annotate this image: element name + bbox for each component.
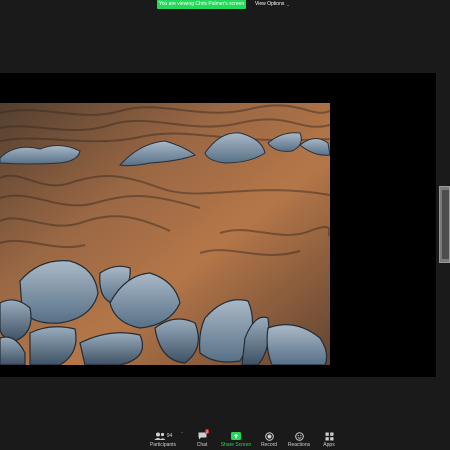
viewing-status-banner: You are viewing Chris Palmer's screen (157, 0, 246, 9)
record-label: Record (260, 442, 278, 448)
apps-label: Apps (323, 442, 335, 448)
reactions-button[interactable]: Reactions (282, 431, 316, 450)
view-options-button[interactable]: View Options ⌄ (255, 0, 290, 9)
view-options-label: View Options (255, 1, 285, 7)
participants-button[interactable]: 94 ⌃ Participants (146, 431, 184, 450)
meeting-window: You are viewing Chris Palmer's screen Vi… (0, 0, 450, 450)
chat-label: Chat (196, 442, 208, 448)
apps-icon (325, 431, 334, 441)
video-thumbnail-strip[interactable] (439, 186, 450, 263)
chevron-down-icon: ⌄ (286, 2, 290, 7)
participants-caret-icon[interactable]: ⌃ (181, 431, 184, 436)
video-thumbnail (442, 190, 449, 259)
participants-icon: 94 (154, 431, 173, 441)
chat-button[interactable]: 2 Chat (185, 429, 219, 450)
shared-screen-view[interactable] (0, 73, 436, 377)
viewing-status-text: You are viewing Chris Palmer's screen (158, 1, 245, 7)
record-button[interactable]: Record (252, 431, 286, 450)
reactions-label: Reactions (287, 442, 311, 448)
participants-count: 94 (166, 433, 173, 439)
participants-label: Participants (149, 442, 177, 448)
reactions-icon (294, 431, 304, 441)
shared-photo (0, 103, 330, 365)
apps-button[interactable]: Apps (312, 431, 346, 450)
share-screen-button[interactable]: Share Screen (219, 431, 253, 450)
share-screen-icon (231, 431, 241, 441)
chat-badge: 2 (205, 429, 210, 434)
share-screen-label: Share Screen (220, 442, 252, 448)
meeting-toolbar: 94 ⌃ Participants 2 Chat Share Screen Re… (0, 424, 450, 450)
record-icon (264, 431, 274, 441)
